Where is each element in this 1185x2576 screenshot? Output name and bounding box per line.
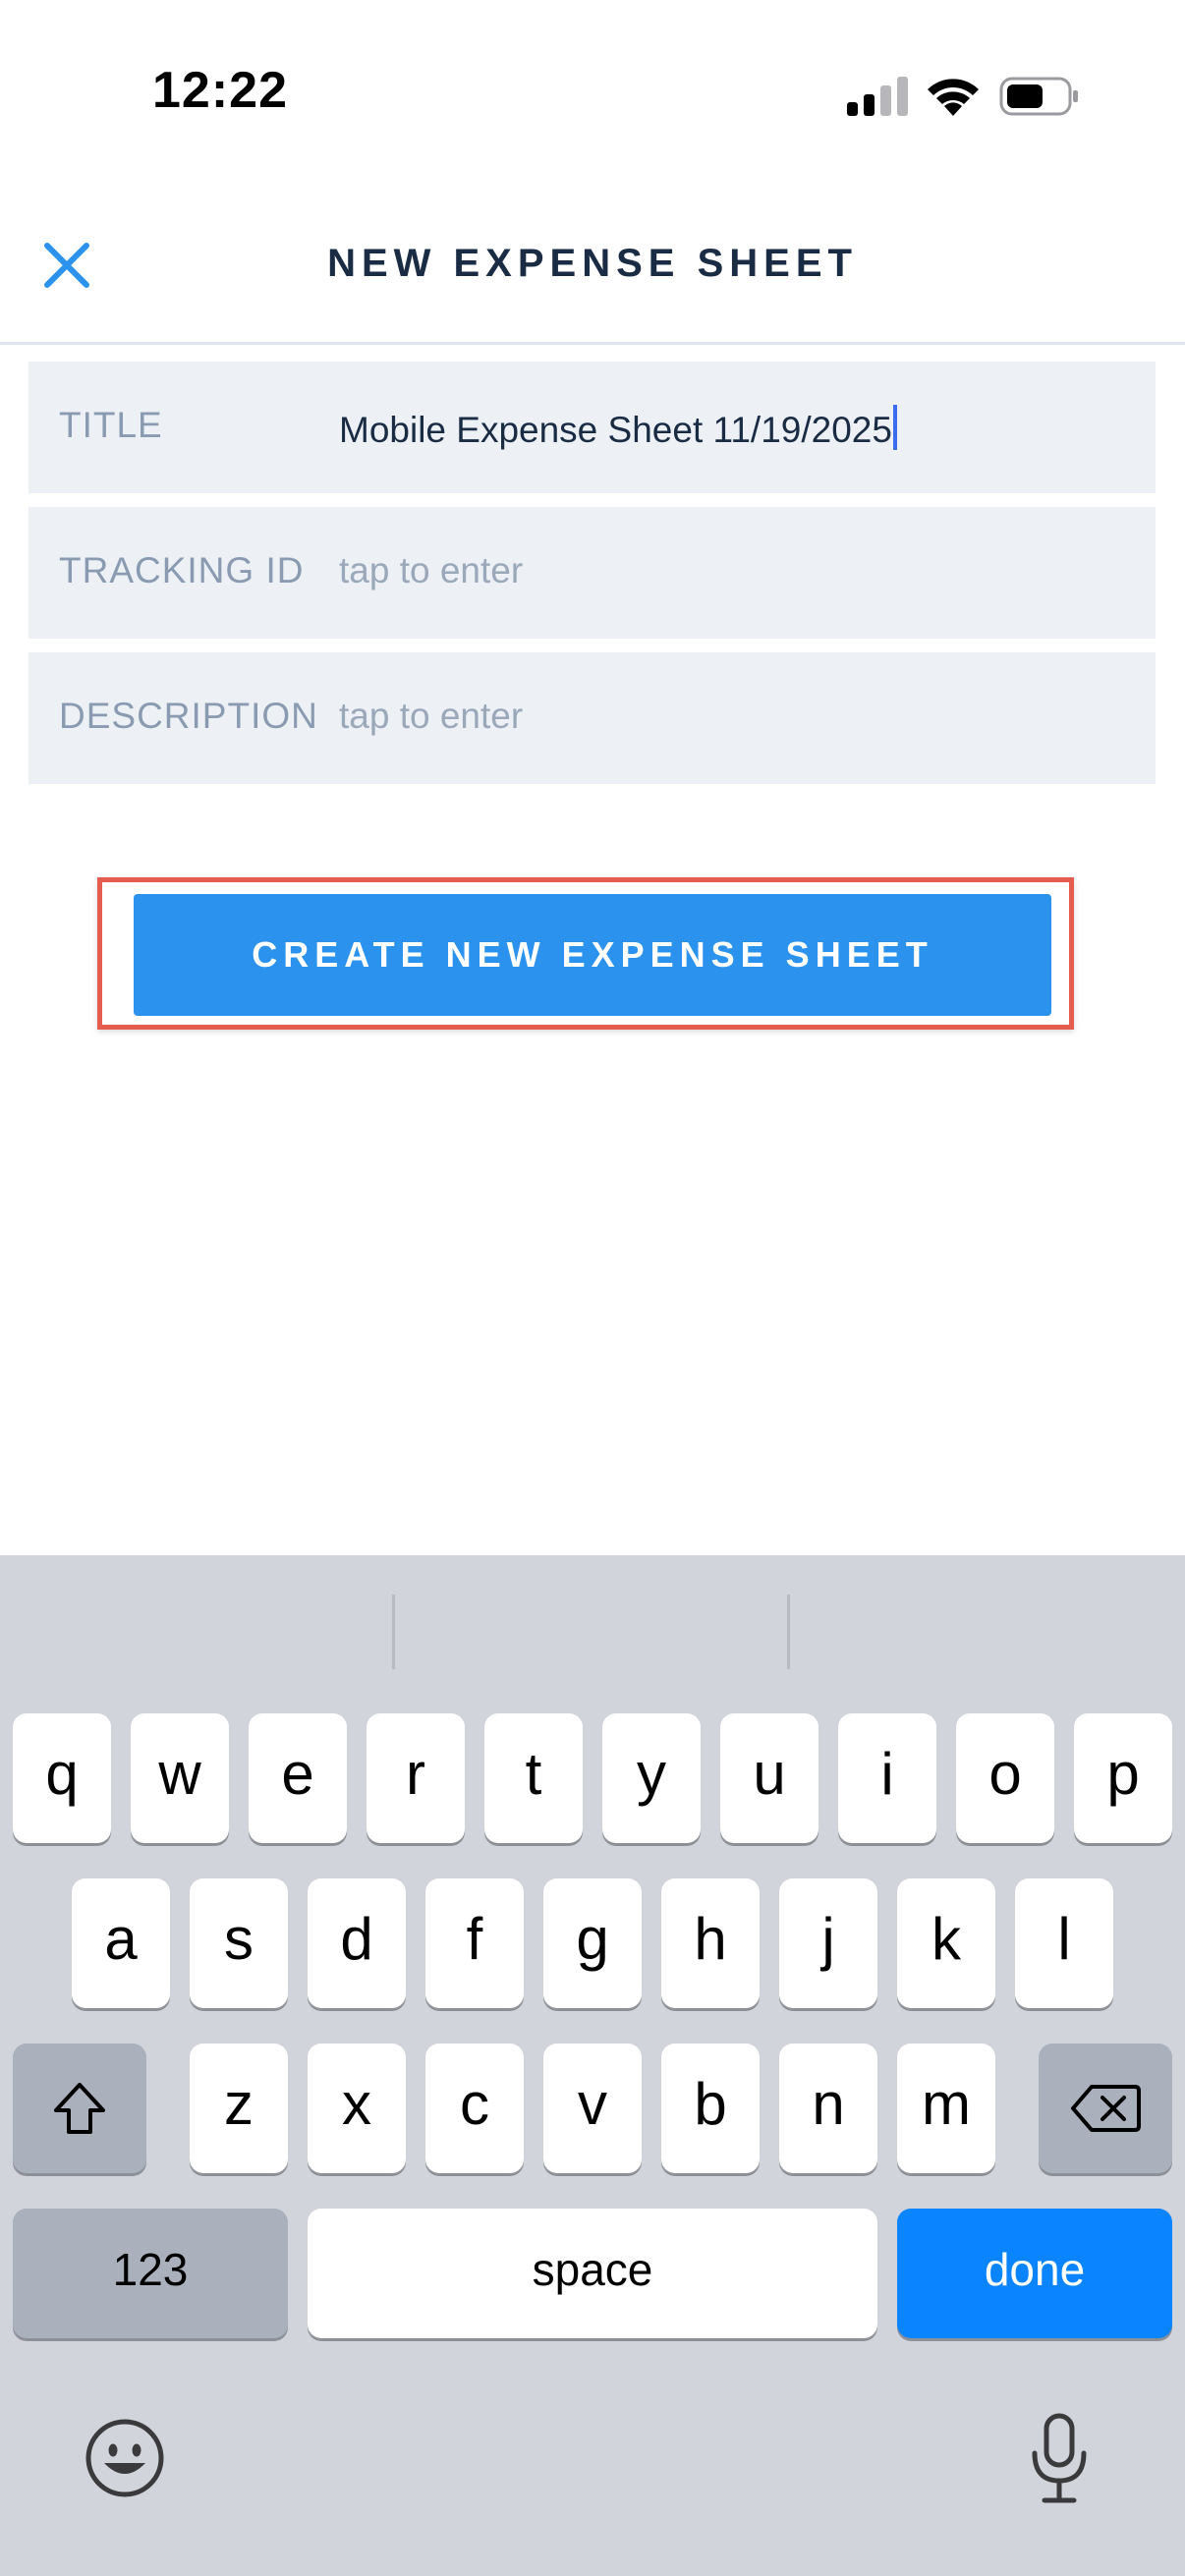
key-r[interactable]: r [367,1713,465,1843]
numbers-key[interactable]: 123 [13,2209,288,2338]
key-j[interactable]: j [779,1878,877,2008]
title-label: TITLE [59,405,163,445]
create-expense-sheet-button[interactable]: CREATE NEW EXPENSE SHEET [134,894,1051,1016]
key-a[interactable]: a [72,1878,170,2008]
shift-icon [54,2083,105,2134]
emoji-icon[interactable] [83,2416,167,2500]
status-bar: 12:22 [0,0,1185,196]
key-w[interactable]: w [131,1713,229,1843]
key-h[interactable]: h [661,1878,760,2008]
keyboard: q w e r t y u i o p a s d f g h j k l z … [0,1555,1185,2576]
done-key[interactable]: done [897,2209,1172,2338]
page-title: NEW EXPENSE SHEET [327,242,858,285]
suggestion-divider [392,1595,395,1669]
new-expense-sheet-screen: 12:22 NEW EXPENSE SHEET TITLE Mobile Exp… [0,0,1185,2576]
shift-key[interactable] [13,2044,146,2173]
key-c[interactable]: c [425,2044,524,2173]
space-key[interactable]: space [308,2209,877,2338]
key-f[interactable]: f [425,1878,524,2008]
cellular-signal-icon [847,77,908,116]
key-q[interactable]: q [13,1713,111,1843]
key-z[interactable]: z [190,2044,288,2173]
title-text: Mobile Expense Sheet 11/19/2025 [339,410,892,450]
description-placeholder[interactable]: tap to enter [339,696,523,737]
tracking-id-placeholder[interactable]: tap to enter [339,550,523,591]
tracking-id-field[interactable]: TRACKING ID tap to enter [28,507,1156,639]
key-p[interactable]: p [1074,1713,1172,1843]
key-u[interactable]: u [720,1713,818,1843]
status-time: 12:22 [152,62,288,119]
key-b[interactable]: b [661,2044,760,2173]
key-v[interactable]: v [543,2044,642,2173]
tracking-id-label: TRACKING ID [59,550,305,590]
key-d[interactable]: d [308,1878,406,2008]
key-o[interactable]: o [956,1713,1054,1843]
key-i[interactable]: i [838,1713,936,1843]
key-k[interactable]: k [897,1878,995,2008]
suggestion-divider [787,1595,790,1669]
key-s[interactable]: s [190,1878,288,2008]
key-x[interactable]: x [308,2044,406,2173]
description-field[interactable]: DESCRIPTION tap to enter [28,652,1156,784]
key-t[interactable]: t [484,1713,583,1843]
backspace-key[interactable] [1039,2044,1172,2173]
battery-icon [999,77,1078,116]
title-input-value[interactable]: Mobile Expense Sheet 11/19/2025 [339,405,897,451]
header-bar: NEW EXPENSE SHEET [0,196,1185,345]
wifi-icon [928,79,979,116]
key-n[interactable]: n [779,2044,877,2173]
description-label: DESCRIPTION [59,696,318,736]
text-cursor [892,405,897,450]
backspace-icon [1071,2085,1141,2132]
key-l[interactable]: l [1015,1878,1113,2008]
key-g[interactable]: g [543,1878,642,2008]
key-e[interactable]: e [249,1713,347,1843]
title-field[interactable]: TITLE Mobile Expense Sheet 11/19/2025 [28,362,1156,493]
key-m[interactable]: m [897,2044,995,2173]
microphone-icon[interactable] [1025,2410,1094,2508]
key-y[interactable]: y [602,1713,701,1843]
